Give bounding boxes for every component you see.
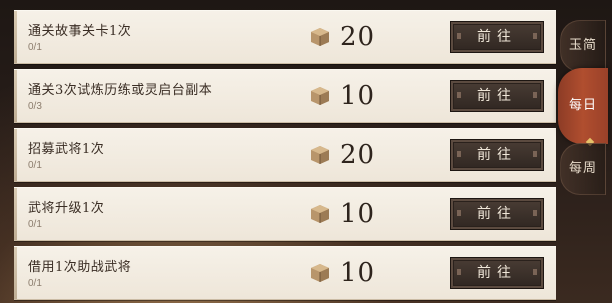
task-title: 武将升级1次 [28, 201, 105, 216]
task-reward: 20 [310, 22, 375, 52]
task-row: 招募武将1次 0/1 20 前往 [14, 128, 556, 182]
task-title: 借用1次助战武将 [28, 260, 132, 275]
task-progress: 0/1 [28, 219, 42, 230]
task-title: 通关故事关卡1次 [28, 24, 132, 39]
task-list: 通关故事关卡1次 0/1 20 前往 通关3次试炼历练或灵启台副本 0/3 10… [0, 0, 560, 303]
go-button[interactable]: 前往 [450, 21, 544, 53]
task-title: 招募武将1次 [28, 142, 105, 157]
crate-icon [310, 27, 330, 47]
tab-bar: 玉简 每日 每周 [556, 0, 612, 303]
crate-icon [310, 204, 330, 224]
go-button[interactable]: 前往 [450, 198, 544, 230]
tab-weekly[interactable]: 每周 [560, 143, 606, 195]
task-progress: 0/3 [28, 101, 42, 112]
go-button[interactable]: 前往 [450, 257, 544, 289]
reward-amount: 20 [340, 140, 376, 170]
reward-amount: 10 [340, 81, 376, 111]
tab-jade-slip[interactable]: 玉简 [560, 20, 606, 72]
go-button[interactable]: 前往 [450, 139, 544, 171]
reward-amount: 10 [340, 199, 376, 229]
task-reward: 10 [310, 258, 375, 288]
crate-icon [310, 86, 330, 106]
task-reward: 10 [310, 199, 375, 229]
task-reward: 20 [310, 140, 375, 170]
task-reward: 10 [310, 81, 375, 111]
task-title: 通关3次试炼历练或灵启台副本 [28, 83, 213, 98]
task-progress: 0/1 [28, 278, 42, 289]
crate-icon [310, 263, 330, 283]
reward-amount: 10 [340, 258, 376, 288]
task-progress: 0/1 [28, 160, 42, 171]
go-button[interactable]: 前往 [450, 80, 544, 112]
task-progress: 0/1 [28, 42, 42, 53]
crate-icon [310, 145, 330, 165]
tab-daily[interactable]: 每日 [558, 68, 608, 144]
task-row: 通关故事关卡1次 0/1 20 前往 [14, 10, 556, 64]
task-row: 通关3次试炼历练或灵启台副本 0/3 10 前往 [14, 69, 556, 123]
task-row: 借用1次助战武将 0/1 10 前往 [14, 246, 556, 300]
task-row: 武将升级1次 0/1 10 前往 [14, 187, 556, 241]
reward-amount: 20 [340, 22, 376, 52]
